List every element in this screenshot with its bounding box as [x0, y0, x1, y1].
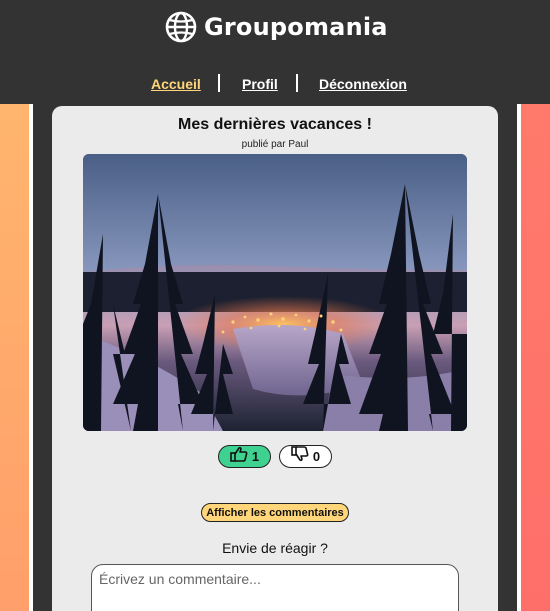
nav-profile-link[interactable]: Profil — [242, 76, 278, 92]
react-label: Envie de réagir ? — [222, 540, 328, 556]
thumbs-down-icon — [291, 446, 309, 467]
comment-input[interactable] — [91, 564, 459, 611]
thumbs-up-icon — [230, 446, 248, 467]
left-gradient-panel — [0, 104, 29, 611]
globe-icon — [165, 11, 197, 43]
left-divider — [29, 104, 33, 611]
post-card: Mes dernières vacances ! publié par Paul — [52, 106, 498, 611]
post-image — [83, 154, 467, 431]
nav-home-link[interactable]: Accueil — [151, 76, 201, 92]
like-count: 1 — [251, 449, 260, 464]
header: Groupomania Accueil Profil Déconnexion — [0, 0, 550, 104]
show-comments-button[interactable]: Afficher les commentaires — [201, 503, 349, 522]
post-title: Mes dernières vacances ! — [178, 116, 372, 133]
nav-separator — [296, 74, 298, 92]
like-button[interactable]: 1 — [218, 445, 271, 468]
nav-separator — [218, 74, 220, 92]
post-author: publié par Paul — [241, 139, 309, 150]
nav-logout-link[interactable]: Déconnexion — [319, 76, 407, 92]
logo[interactable]: Groupomania — [165, 10, 388, 44]
app-name: Groupomania — [204, 13, 388, 41]
dislike-count: 0 — [312, 449, 321, 464]
dislike-button[interactable]: 0 — [279, 445, 332, 468]
right-gradient-panel — [521, 104, 550, 611]
main-nav: Accueil Profil Déconnexion — [0, 74, 550, 96]
